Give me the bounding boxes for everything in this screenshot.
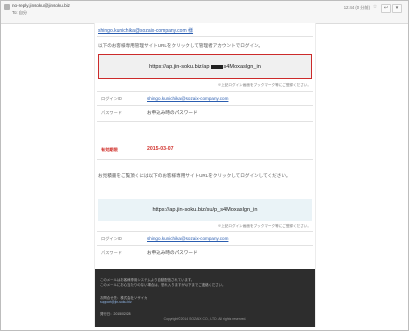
sender-address[interactable]: no-reply.jinsoku@jinsoku.biz xyxy=(12,3,70,8)
login-url-suffix[interactable]: s4Moxaslgn_in xyxy=(224,64,261,70)
expiry-value: 2015-03-07 xyxy=(147,146,174,152)
email-date: 12:44 (0 分前) xyxy=(343,5,370,10)
footer-support-link[interactable]: support@jin-soku.biz xyxy=(100,300,132,304)
password-label: パスワード xyxy=(101,110,122,115)
expiry-label: 有効期限 xyxy=(101,147,118,152)
email-window: no-reply.jinsoku@jinsoku.biz To: 自分 12:4… xyxy=(0,0,409,331)
divider xyxy=(97,231,313,232)
login-url-box[interactable]: https://ap.jin-soku.biz/ap s4Moxaslgn_in xyxy=(98,54,312,79)
recipient-line[interactable]: To: 自分 xyxy=(12,10,27,16)
intro-text: 以下のお客様専用管理サイトURLをクリックして管理者アカウントでログイン。 xyxy=(98,43,263,48)
password-value: お申込み時のパスワード xyxy=(147,110,198,115)
email-body: shingo.kunichika@sozaix-company.com 様 以下… xyxy=(94,23,316,327)
login-id-label-2: ログインID xyxy=(101,236,122,241)
sender-avatar xyxy=(4,4,10,10)
quote-url-note: ※上記ログイン画面をブックマーク等にご登録ください。 xyxy=(217,224,311,228)
quote-intro-text: お見積書をご覧頂くには以下のお客様専用サイトURLをクリックしてログインしてくだ… xyxy=(98,173,291,178)
divider xyxy=(97,121,313,122)
password-value-2: お申込み時のパスワード xyxy=(147,250,198,255)
divider xyxy=(97,159,313,160)
url-note: ※上記ログイン画面をブックマーク等にご登録ください。 xyxy=(217,83,311,87)
divider xyxy=(97,36,313,37)
login-id-value[interactable]: shingo.kunichika@sozaix-company.com xyxy=(147,96,228,101)
divider xyxy=(97,245,313,246)
quote-url-box[interactable]: https://ap.jin-soku.biz/su/p_s4Moxaslgn_… xyxy=(98,199,312,221)
email-header: no-reply.jinsoku@jinsoku.biz To: 自分 12:4… xyxy=(1,1,408,24)
copyright: Copyright©2014 SOZAIX CO., LTD. All righ… xyxy=(163,317,247,321)
footer-line: このメールにお心当たりのない場合は、恐れ入りますが以下までご連絡ください。 xyxy=(100,283,226,287)
star-icon[interactable]: ☆ xyxy=(371,4,379,11)
footer-line: 発行日：2015/02/28 xyxy=(100,312,131,316)
divider xyxy=(97,105,313,106)
login-id-label: ログインID xyxy=(101,96,122,101)
redaction-bar xyxy=(210,64,223,69)
more-options-icon[interactable]: ▾ xyxy=(392,4,402,13)
login-id-value-2[interactable]: shingo.kunichika@sozaix-company.com xyxy=(147,236,228,241)
reply-icon[interactable]: ↩ xyxy=(381,4,391,13)
login-url-prefix[interactable]: https://ap.jin-soku.biz/ap xyxy=(149,64,209,70)
to-address[interactable]: shingo.kunichika@sozaix-company.com 様 xyxy=(98,27,193,34)
email-footer: このメールはお客様専用システムより自動配信されています。 このメールにお心当たり… xyxy=(95,269,315,327)
password-label-2: パスワード xyxy=(101,250,122,255)
login-url[interactable]: https://ap.jin-soku.biz/ap s4Moxaslgn_in xyxy=(99,64,311,70)
quote-url[interactable]: https://ap.jin-soku.biz/su/p_s4Moxaslgn_… xyxy=(98,207,312,213)
divider xyxy=(97,91,313,92)
